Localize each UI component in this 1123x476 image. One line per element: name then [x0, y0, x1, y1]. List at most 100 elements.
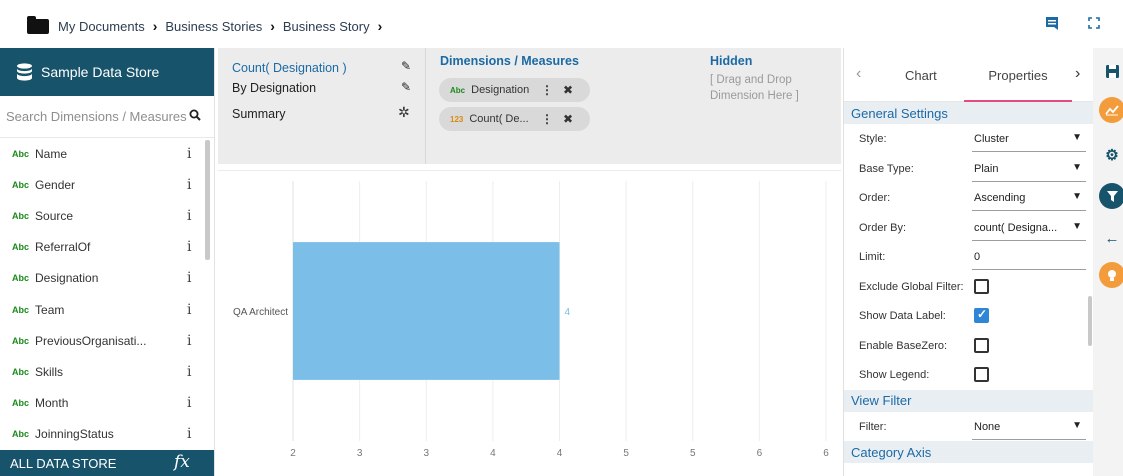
save-icon[interactable] — [1099, 58, 1123, 84]
base-type-select[interactable]: Plain ▼ — [972, 162, 1086, 182]
general-settings-header[interactable]: General Settings — [844, 102, 1093, 124]
view-filter-header[interactable]: View Filter — [844, 389, 1093, 412]
list-item[interactable]: Abc Month i — [0, 388, 214, 419]
tab-chart[interactable]: Chart — [905, 68, 937, 83]
filter-icon[interactable] — [1099, 183, 1123, 209]
text-type-icon: Abc — [12, 210, 30, 221]
search-field[interactable]: Search Dimensions / Measures — [0, 96, 214, 138]
list-item[interactable]: Abc ReferralOf i — [0, 232, 214, 263]
show-legend-checkbox[interactable] — [974, 367, 989, 382]
style-row: Style: Cluster ▼ — [844, 124, 1093, 154]
field-name: Team — [35, 302, 65, 317]
info-icon[interactable]: i — [187, 146, 191, 162]
enable-basezero-checkbox[interactable] — [974, 337, 989, 353]
x-tick-label: 3 — [423, 448, 429, 459]
field-name: Source — [35, 208, 74, 223]
info-icon[interactable]: i — [187, 302, 191, 318]
list-item[interactable]: Abc Gender i — [0, 169, 214, 200]
comment-icon[interactable] — [1045, 16, 1059, 33]
properties-scrollbar[interactable] — [1088, 296, 1092, 346]
menu-icon[interactable]: ⋮ — [541, 112, 553, 126]
limit-input[interactable]: 0 — [972, 250, 1086, 270]
show-data-label-label: Show Data Label: — [859, 310, 946, 322]
show-data-label-checkbox[interactable] — [974, 307, 989, 323]
all-data-store-button[interactable]: ALL DATA STORE fx — [0, 450, 214, 476]
summary-label: Summary — [232, 107, 286, 121]
menu-icon[interactable]: ⋮ — [541, 83, 553, 97]
order-value: Ascending — [974, 192, 1026, 204]
text-type-icon: Abc — [450, 85, 466, 95]
style-select[interactable]: Cluster ▼ — [972, 132, 1086, 152]
all-data-store-label: ALL DATA STORE — [10, 455, 117, 471]
field-name: Designation — [35, 271, 99, 286]
text-type-icon: Abc — [12, 273, 30, 284]
list-item[interactable]: Abc PreviousOrganisati... i — [0, 325, 214, 356]
list-item[interactable]: Abc JoinningStatus i — [0, 419, 214, 450]
search-input[interactable]: Search Dimensions / Measures — [6, 109, 187, 124]
filter-select[interactable]: None ▼ — [972, 420, 1086, 440]
info-icon[interactable]: i — [187, 395, 191, 411]
chevron-right-icon: › — [377, 18, 383, 34]
x-tick-label: 6 — [823, 448, 829, 459]
list-item[interactable]: Abc Skills i — [0, 356, 214, 387]
pill-label: Designation — [471, 84, 530, 96]
info-icon[interactable]: i — [187, 333, 191, 349]
lightbulb-icon[interactable] — [1099, 262, 1123, 288]
info-icon[interactable]: i — [187, 364, 191, 380]
chevron-right-icon[interactable]: › — [1075, 65, 1080, 83]
exclude-global-filter-row: Exclude Global Filter: — [844, 272, 1093, 302]
back-arrow-icon[interactable]: ← — [1099, 225, 1123, 251]
breadcrumb-business-story[interactable]: Business Story — [283, 19, 370, 34]
list-item[interactable]: Abc Source i — [0, 200, 214, 231]
info-icon[interactable]: i — [187, 426, 191, 442]
info-icon[interactable]: i — [187, 239, 191, 255]
tab-properties[interactable]: Properties — [964, 48, 1072, 102]
order-by-select[interactable]: count( Designa... ▼ — [972, 221, 1086, 241]
base-type-label: Base Type: — [859, 162, 914, 175]
info-icon[interactable]: i — [187, 208, 191, 224]
enable-basezero-label: Enable BaseZero: — [859, 339, 948, 352]
data-store-header[interactable]: Sample Data Store — [0, 48, 214, 96]
fullscreen-icon[interactable] — [1088, 16, 1100, 32]
gears-icon[interactable]: ⚙ — [1099, 142, 1123, 168]
remove-icon[interactable]: ✖ — [563, 112, 573, 126]
field-name: ReferralOf — [35, 240, 91, 255]
text-type-icon: Abc — [12, 398, 30, 409]
edit-pencil-icon[interactable]: ✎ — [401, 80, 411, 94]
text-type-icon: Abc — [12, 366, 30, 377]
info-icon[interactable]: i — [187, 177, 191, 193]
field-name: PreviousOrganisati... — [35, 333, 147, 348]
text-type-icon: Abc — [12, 148, 30, 159]
category-axis-header[interactable]: Category Axis — [844, 441, 1093, 463]
chart-type-icon[interactable] — [1099, 97, 1123, 123]
breadcrumb-business-stories[interactable]: Business Stories — [165, 19, 262, 34]
search-icon[interactable] — [189, 109, 201, 124]
chevron-right-icon: › — [152, 18, 158, 34]
show-legend-row: Show Legend: — [844, 360, 1093, 390]
list-item[interactable]: Abc Team i — [0, 294, 214, 325]
exclude-global-filter-checkbox[interactable] — [974, 278, 989, 294]
x-tick-label: 4 — [490, 448, 496, 459]
dropdown-arrow-icon: ▼ — [1072, 191, 1082, 202]
edit-pencil-icon[interactable]: ✎ — [401, 59, 411, 73]
settings-icon[interactable]: ✲ — [398, 104, 410, 121]
field-list-scrollbar[interactable] — [205, 140, 210, 260]
list-item[interactable]: Abc Designation i — [0, 263, 214, 294]
hidden-drop-zone[interactable]: [ Drag and Drop Dimension Here ] — [710, 72, 799, 104]
info-icon[interactable]: i — [187, 270, 191, 286]
chevron-left-icon[interactable]: ‹ — [856, 65, 861, 83]
remove-icon[interactable]: ✖ — [563, 83, 573, 97]
function-icon[interactable]: fx — [174, 452, 190, 472]
measure-pill[interactable]: 123 Count( De... ⋮ ✖ — [439, 107, 590, 131]
filter-value: None — [974, 420, 1001, 433]
dropdown-arrow-icon: ▼ — [1072, 220, 1082, 232]
breadcrumb-my-documents[interactable]: My Documents — [58, 19, 145, 34]
x-tick-label: 3 — [357, 448, 363, 459]
chart-config-strip: Count( Designation ) ✎ By Designation ✎ … — [218, 48, 841, 164]
list-item[interactable]: Abc Name i — [0, 138, 214, 169]
filter-row: Filter: None ▼ — [844, 412, 1093, 442]
dimension-pill[interactable]: Abc Designation ⋮ ✖ — [439, 78, 590, 102]
data-store-title: Sample Data Store — [41, 64, 160, 80]
order-select[interactable]: Ascending ▼ — [972, 191, 1086, 211]
order-by-label: Order By: — [859, 221, 907, 234]
